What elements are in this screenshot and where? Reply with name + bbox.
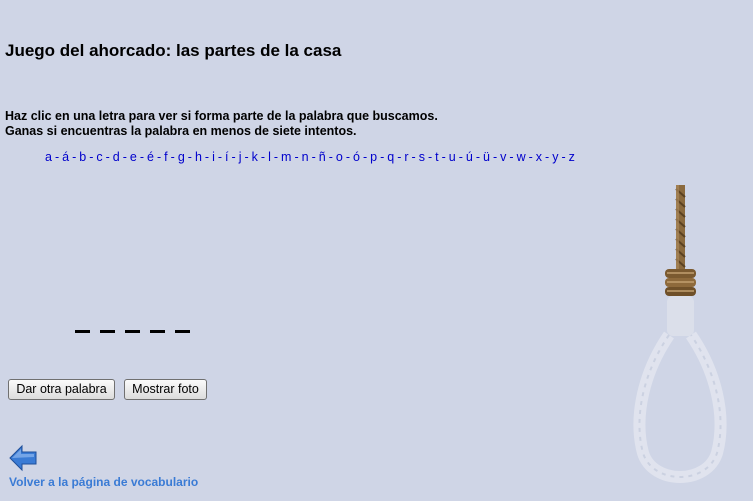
noose-image xyxy=(633,185,727,483)
letter-separator: - xyxy=(475,150,481,164)
letter-link[interactable]: w xyxy=(517,150,526,164)
letter-separator: - xyxy=(244,150,249,164)
letter-link[interactable]: e xyxy=(130,150,137,164)
letter-link[interactable]: ü xyxy=(483,150,490,164)
back-to-vocabulary-link[interactable]: Volver a la página de vocabulario xyxy=(9,475,198,489)
noose-knot xyxy=(665,269,696,296)
rope xyxy=(675,185,686,270)
letter-link[interactable]: h xyxy=(195,150,202,164)
letter-blank xyxy=(100,330,115,333)
letter-separator: - xyxy=(294,150,299,164)
letter-separator: - xyxy=(492,150,498,164)
letter-link[interactable]: d xyxy=(113,150,120,164)
letter-blank xyxy=(150,330,165,333)
letter-separator: - xyxy=(170,150,175,164)
letter-separator: - xyxy=(89,150,94,164)
new-word-button[interactable]: Dar otra palabra xyxy=(8,379,115,400)
letter-separator: - xyxy=(509,150,514,164)
letter-separator: - xyxy=(561,150,566,164)
letter-separator: - xyxy=(187,150,192,164)
page-title: Juego del ahorcado: las partes de la cas… xyxy=(5,41,342,60)
instruction-line-2: Ganas si encuentras la palabra en menos … xyxy=(5,124,357,138)
letter-separator: - xyxy=(273,150,279,164)
instruction-line-1: Haz clic en una letra para ver si forma … xyxy=(5,109,438,123)
letter-link[interactable]: ó xyxy=(353,150,360,164)
hidden-word xyxy=(75,320,190,333)
letter-link[interactable]: ú xyxy=(466,150,473,164)
letter-separator: - xyxy=(545,150,550,164)
letter-separator: - xyxy=(231,150,236,164)
letter-link[interactable]: í xyxy=(225,150,228,164)
letter-separator: - xyxy=(105,150,110,164)
letter-separator: - xyxy=(72,150,77,164)
letter-link[interactable]: z xyxy=(569,150,575,164)
letter-separator: - xyxy=(397,150,402,164)
letter-link[interactable]: k xyxy=(252,150,258,164)
noose-loop xyxy=(633,296,727,483)
letter-separator: - xyxy=(139,150,145,164)
letter-separator: - xyxy=(311,150,316,164)
letter-separator: - xyxy=(441,150,446,164)
letter-separator: - xyxy=(427,150,433,164)
letter-separator: - xyxy=(380,150,385,164)
letter-link[interactable]: c xyxy=(96,150,102,164)
letter-link[interactable]: é xyxy=(147,150,154,164)
letter-separator: - xyxy=(362,150,368,164)
letter-link[interactable]: ñ xyxy=(319,150,326,164)
letter-separator: - xyxy=(204,150,210,164)
letter-separator: - xyxy=(528,150,533,164)
letter-separator: - xyxy=(54,150,60,164)
letter-separator: - xyxy=(122,150,127,164)
letter-separator: - xyxy=(411,150,416,164)
letter-separator: - xyxy=(345,150,350,164)
letter-link[interactable]: g xyxy=(178,150,185,164)
arrow-left-icon[interactable] xyxy=(8,444,38,472)
letter-separator: - xyxy=(458,150,463,164)
letter-link[interactable]: u xyxy=(449,150,456,164)
letter-link[interactable]: m xyxy=(281,150,291,164)
show-photo-button[interactable]: Mostrar foto xyxy=(124,379,207,400)
letter-separator: - xyxy=(157,150,162,164)
letter-link[interactable]: r xyxy=(404,150,408,164)
letter-separator: - xyxy=(217,150,223,164)
instructions: Haz clic en una letra para ver si forma … xyxy=(5,109,438,139)
letter-link[interactable]: n xyxy=(302,150,309,164)
letter-picker: a-á-b-c-d-e-é-f-g-h-i-í-j-k-l-m-n-ñ-o-ó-… xyxy=(45,150,575,164)
letter-blank xyxy=(125,330,140,333)
letter-link[interactable]: o xyxy=(336,150,343,164)
letter-separator: - xyxy=(260,150,266,164)
letter-blank xyxy=(75,330,90,333)
letter-separator: - xyxy=(328,150,333,164)
letter-link[interactable]: a xyxy=(45,150,52,164)
letter-blank xyxy=(175,330,190,333)
